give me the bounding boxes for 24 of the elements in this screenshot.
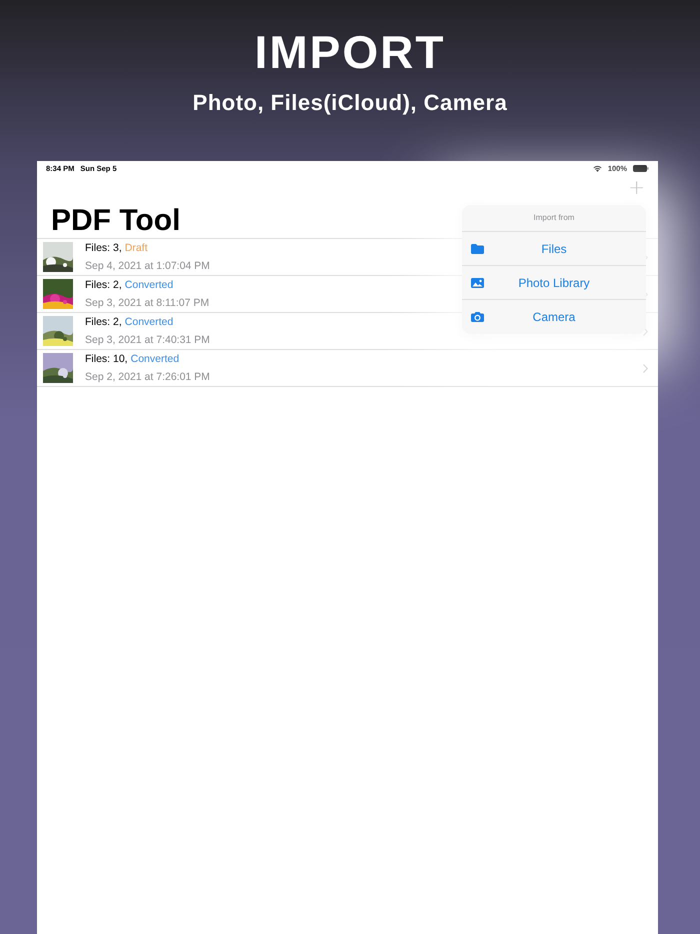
battery-icon: [633, 165, 649, 172]
file-count: Files: 10,: [85, 353, 128, 365]
document-date: Sep 4, 2021 at 1:07:04 PM: [85, 260, 211, 272]
popover-title: Import from: [462, 205, 646, 232]
menu-item[interactable]: Files: [462, 232, 646, 266]
wifi-icon: [592, 165, 602, 172]
camera-icon: [471, 312, 484, 322]
photo-icon: [471, 278, 484, 288]
document-row[interactable]: Files: 10, Converted Sep 2, 2021 at 7:26:01 PM: [37, 350, 658, 387]
document-date: Sep 3, 2021 at 8:11:07 PM: [85, 297, 210, 309]
file-count: Files: 2,: [85, 316, 122, 328]
document-status: Converted: [130, 353, 180, 365]
document-status: Draft: [124, 242, 148, 254]
document-status: Converted: [124, 279, 174, 291]
folder-icon: [471, 244, 484, 254]
menu-item[interactable]: Photo Library: [462, 266, 646, 300]
file-count: Files: 3,: [85, 242, 122, 254]
document-date: Sep 2, 2021 at 7:26:01 PM: [85, 371, 211, 383]
banner-title: IMPORT: [254, 26, 446, 78]
page-title: PDF Tool: [51, 203, 180, 238]
banner-subtitle: Photo, Files(iCloud), Camera: [192, 90, 508, 116]
document-date: Sep 3, 2021 at 7:40:31 PM: [85, 334, 211, 346]
document-status: Converted: [124, 316, 174, 328]
file-count: Files: 2,: [85, 279, 122, 291]
